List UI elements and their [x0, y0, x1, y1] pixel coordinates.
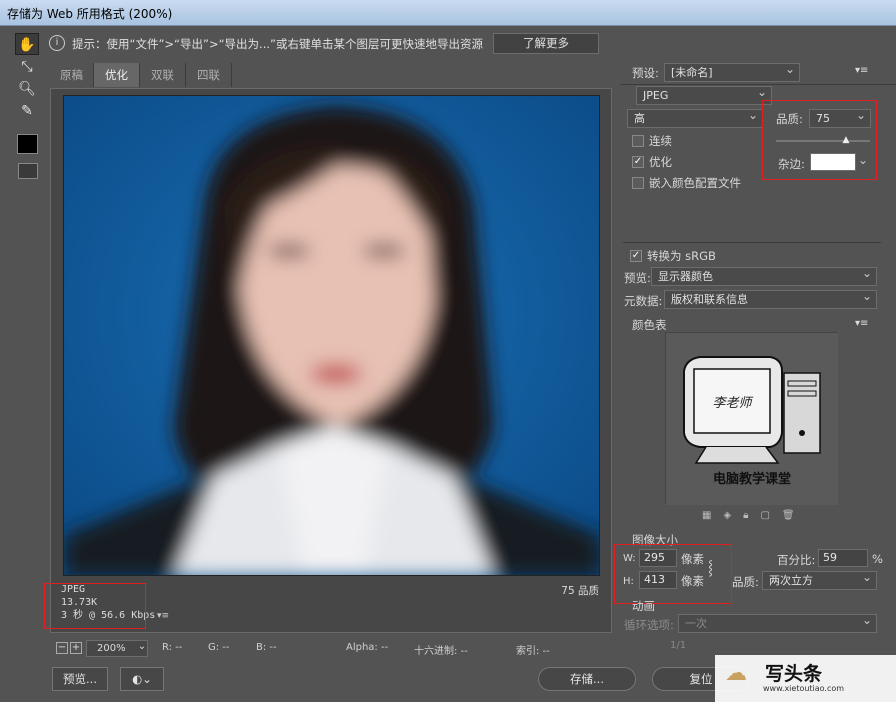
chevron-down-icon[interactable]: ⌄ — [136, 642, 148, 654]
eyedropper-icon[interactable]: ✎ — [15, 100, 39, 122]
preview-quality-label: 75 品质 — [561, 585, 599, 597]
preview-color-label: 预览: — [624, 271, 651, 285]
blue-readout: B: -- — [256, 642, 277, 653]
tab-2-up[interactable]: 双联 — [140, 63, 186, 87]
green-readout: G: -- — [208, 642, 230, 653]
progressive-label: 连续 — [649, 134, 672, 148]
index-readout: 索引: -- — [516, 646, 550, 657]
zoom-in-button[interactable]: + — [70, 642, 82, 654]
hand-icon[interactable]: ✋ — [15, 33, 39, 55]
hint-text: 提示：使用“文件”>“导出”>“导出为...”或右键单击某个图层可更快速地导出资… — [72, 37, 483, 51]
convert-srgb-checkbox[interactable]: ✓ — [630, 250, 642, 262]
embed-profile-label: 嵌入颜色配置文件 — [649, 176, 741, 190]
preset-menu-icon[interactable]: ▾≡ — [855, 65, 868, 76]
zoom-out-button[interactable]: − — [56, 642, 68, 654]
tab-4-up[interactable]: 四联 — [186, 63, 232, 87]
highlight-box-image-info — [44, 583, 146, 629]
color-table-title: 颜色表 — [632, 318, 667, 332]
convert-srgb-label: 转换为 sRGB — [647, 249, 716, 263]
color-table: 李老师 电脑教学课堂 — [665, 332, 838, 505]
color-table-menu-icon[interactable]: ▾≡ — [855, 318, 868, 329]
alpha-readout: Alpha: -- — [346, 642, 389, 653]
red-readout: R: -- — [162, 642, 183, 653]
learn-more-button[interactable]: 了解更多 — [493, 33, 599, 54]
zoom-icon[interactable]: 🔍︎ — [15, 78, 39, 100]
percent-unit: % — [872, 552, 883, 566]
frame-counter: 1/1 — [670, 640, 687, 651]
tab-optimized[interactable]: 优化 — [94, 63, 140, 87]
download-speed-menu-icon[interactable]: ▾≡ — [157, 611, 169, 621]
title-bar: 存储为 Web 所用格式 (200%) — [0, 0, 896, 26]
embed-profile-checkbox[interactable] — [632, 177, 644, 189]
loop-options-label: 循环选项: — [624, 618, 674, 632]
settings-panel: 预设: [未命名] ▾≡ JPEG 高 品质: 75 ▲ 连续 ✓ 优化 嵌入颜… — [614, 60, 896, 660]
resample-select[interactable]: 两次立方 — [762, 571, 877, 590]
preview-image[interactable] — [63, 95, 600, 576]
preview-panel: JPEG 13.73K 3 秒 @ 56.6 Kbps ▾≡ 75 品质 — [50, 88, 612, 633]
metadata-label: 元数据: — [624, 294, 663, 308]
hint-bar: i 提示：使用“文件”>“导出”>“导出为...”或右键单击某个图层可更快速地导… — [44, 32, 612, 56]
resample-label: 品质: — [732, 575, 759, 589]
divider — [620, 84, 896, 85]
highlight-box-image-size — [614, 544, 732, 604]
divider — [623, 242, 881, 243]
highlight-box-quality — [762, 100, 877, 180]
preset-select[interactable]: [未命名] — [664, 63, 800, 82]
tab-original[interactable]: 原稿 — [50, 63, 94, 87]
loop-options-select[interactable]: 一次 — [678, 614, 877, 633]
preview-button[interactable]: 预览... — [52, 667, 108, 691]
preset-label: 预设: — [632, 66, 659, 80]
percent-input[interactable]: 59 — [818, 549, 868, 567]
slice-select-icon[interactable]: ⤡ — [15, 56, 39, 78]
preview-color-select[interactable]: 显示器颜色 — [651, 267, 877, 286]
browser-preview-select[interactable]: ◐⌄ — [120, 667, 164, 691]
watermark-logo-icon: ☁ — [725, 661, 747, 686]
optimized-checkbox[interactable]: ✓ — [632, 156, 644, 168]
metadata-select[interactable]: 版权和联系信息 — [664, 290, 877, 309]
toggle-slices-visibility-button[interactable] — [18, 163, 38, 179]
eyedropper-color-swatch[interactable] — [17, 134, 38, 154]
watermark: ☁ 写头条 www.xietoutiao.com — [715, 655, 896, 702]
computer-logo: 李老师 电脑教学课堂 — [666, 333, 838, 505]
globe-icon: ◐⌄ — [132, 672, 152, 686]
logo-text-class: 电脑教学课堂 — [713, 471, 791, 487]
progressive-checkbox[interactable] — [632, 135, 644, 147]
percent-label: 百分比: — [777, 553, 816, 567]
quality-level-select[interactable]: 高 — [627, 109, 763, 128]
format-select[interactable]: JPEG — [636, 86, 772, 105]
view-tabs: 原稿 优化 双联 四联 — [50, 63, 612, 87]
status-bar: − + 200% ⌄ R: -- G: -- B: -- Alpha: -- 十… — [50, 639, 612, 659]
portrait-photo — [64, 96, 599, 575]
logo-text-teacher: 李老师 — [712, 396, 753, 411]
color-table-actions[interactable]: ▦◈🔒︎▢🗑︎ — [702, 510, 807, 521]
save-button[interactable]: 存储... — [538, 667, 636, 691]
info-icon: i — [49, 35, 65, 51]
watermark-url: www.xietoutiao.com — [763, 684, 845, 693]
window-title: 存储为 Web 所用格式 (200%) — [7, 7, 173, 21]
animation-title: 动画 — [632, 599, 655, 613]
save-for-web-dialog: 存储为 Web 所用格式 (200%) ✋ ⤡ 🔍︎ ✎ i 提示：使用“文件”… — [0, 0, 896, 702]
optimized-label: 优化 — [649, 155, 672, 169]
hex-readout: 十六进制: -- — [414, 646, 468, 657]
watermark-brand: 写头条 — [765, 663, 823, 685]
